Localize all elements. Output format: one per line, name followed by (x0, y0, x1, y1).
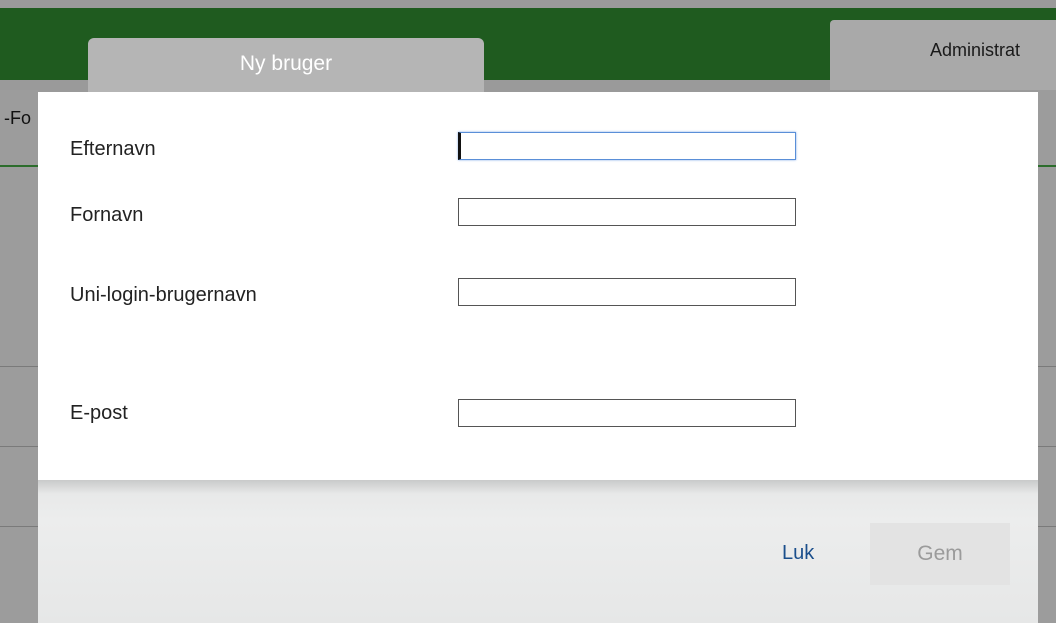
background-row-divider (0, 366, 38, 367)
close-link[interactable]: Luk (782, 542, 814, 565)
tab-administration[interactable]: Administrat (830, 20, 1056, 90)
background-green-rule (1038, 165, 1056, 167)
unilogin-username-label: Uni-login-brugernavn (70, 284, 257, 306)
background-text-fragment: -Fo (4, 108, 31, 128)
background-content-left: -Fo (0, 90, 38, 623)
last-name-label: Efternavn (70, 138, 156, 160)
email-field[interactable] (458, 399, 796, 427)
dialog-tab-header: Ny bruger (88, 38, 484, 94)
new-user-dialog: Efternavn Fornavn Uni-login-brugernavn E… (38, 92, 1038, 623)
new-user-form: Efternavn Fornavn Uni-login-brugernavn E… (38, 92, 1038, 480)
tab-administration-label: Administrat (930, 40, 1021, 60)
dialog-footer: Luk Gem (38, 480, 1038, 623)
background-content-right (1038, 90, 1056, 623)
first-name-label: Fornavn (70, 204, 144, 226)
last-name-field[interactable] (458, 132, 796, 160)
dialog-title: Ny bruger (239, 52, 333, 75)
email-label: E-post (70, 402, 128, 424)
background-green-rule (0, 165, 38, 167)
background-row-divider (1038, 366, 1056, 367)
background-row-divider (1038, 526, 1056, 527)
background-row-divider (1038, 446, 1056, 447)
background-row-divider (0, 446, 38, 447)
save-button[interactable]: Gem (870, 523, 1010, 585)
first-name-field[interactable] (458, 198, 796, 226)
unilogin-username-field[interactable] (458, 278, 796, 306)
background-row-divider (0, 526, 38, 527)
